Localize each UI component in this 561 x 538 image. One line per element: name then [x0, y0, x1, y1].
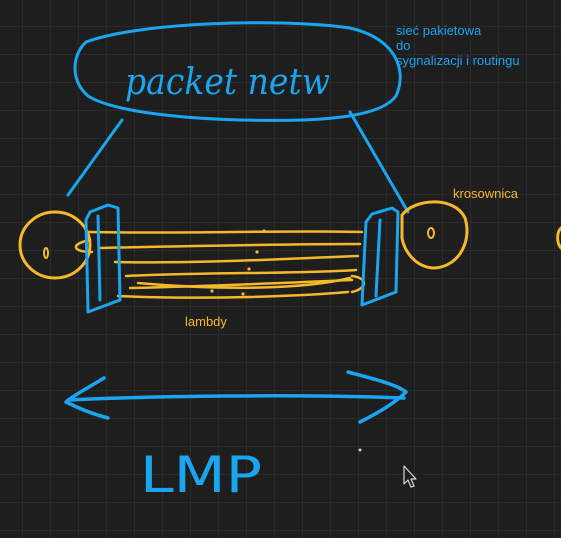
left-node-dot — [43, 247, 49, 259]
packet-network-label: packet netw — [125, 62, 330, 103]
lmp-label: LMP — [140, 446, 262, 504]
diagram-canvas: packet netw LMP — [18, 21, 561, 504]
stray-dot — [358, 448, 362, 452]
packet-network-desc-line3: sygnalizacji i routingu — [396, 53, 520, 68]
mouse-pointer-icon — [403, 465, 417, 488]
packet-network-desc-line1: sieć pakietowa — [396, 23, 482, 38]
lmp-arrow — [64, 370, 408, 424]
lambdas-label: lambdy — [185, 314, 227, 329]
packet-network-description: sieć pakietowa do sygnalizacji i routing… — [396, 23, 520, 68]
crossconnect-label: krosownica — [453, 186, 519, 201]
right-device — [360, 206, 400, 307]
packet-network-desc-line2: do — [396, 38, 411, 53]
offscreen-node-edge — [556, 226, 561, 250]
link-cloud-right — [348, 110, 410, 214]
right-node-dot — [427, 227, 435, 239]
left-node — [18, 210, 92, 280]
link-cloud-left — [66, 118, 124, 197]
left-device — [84, 203, 122, 314]
